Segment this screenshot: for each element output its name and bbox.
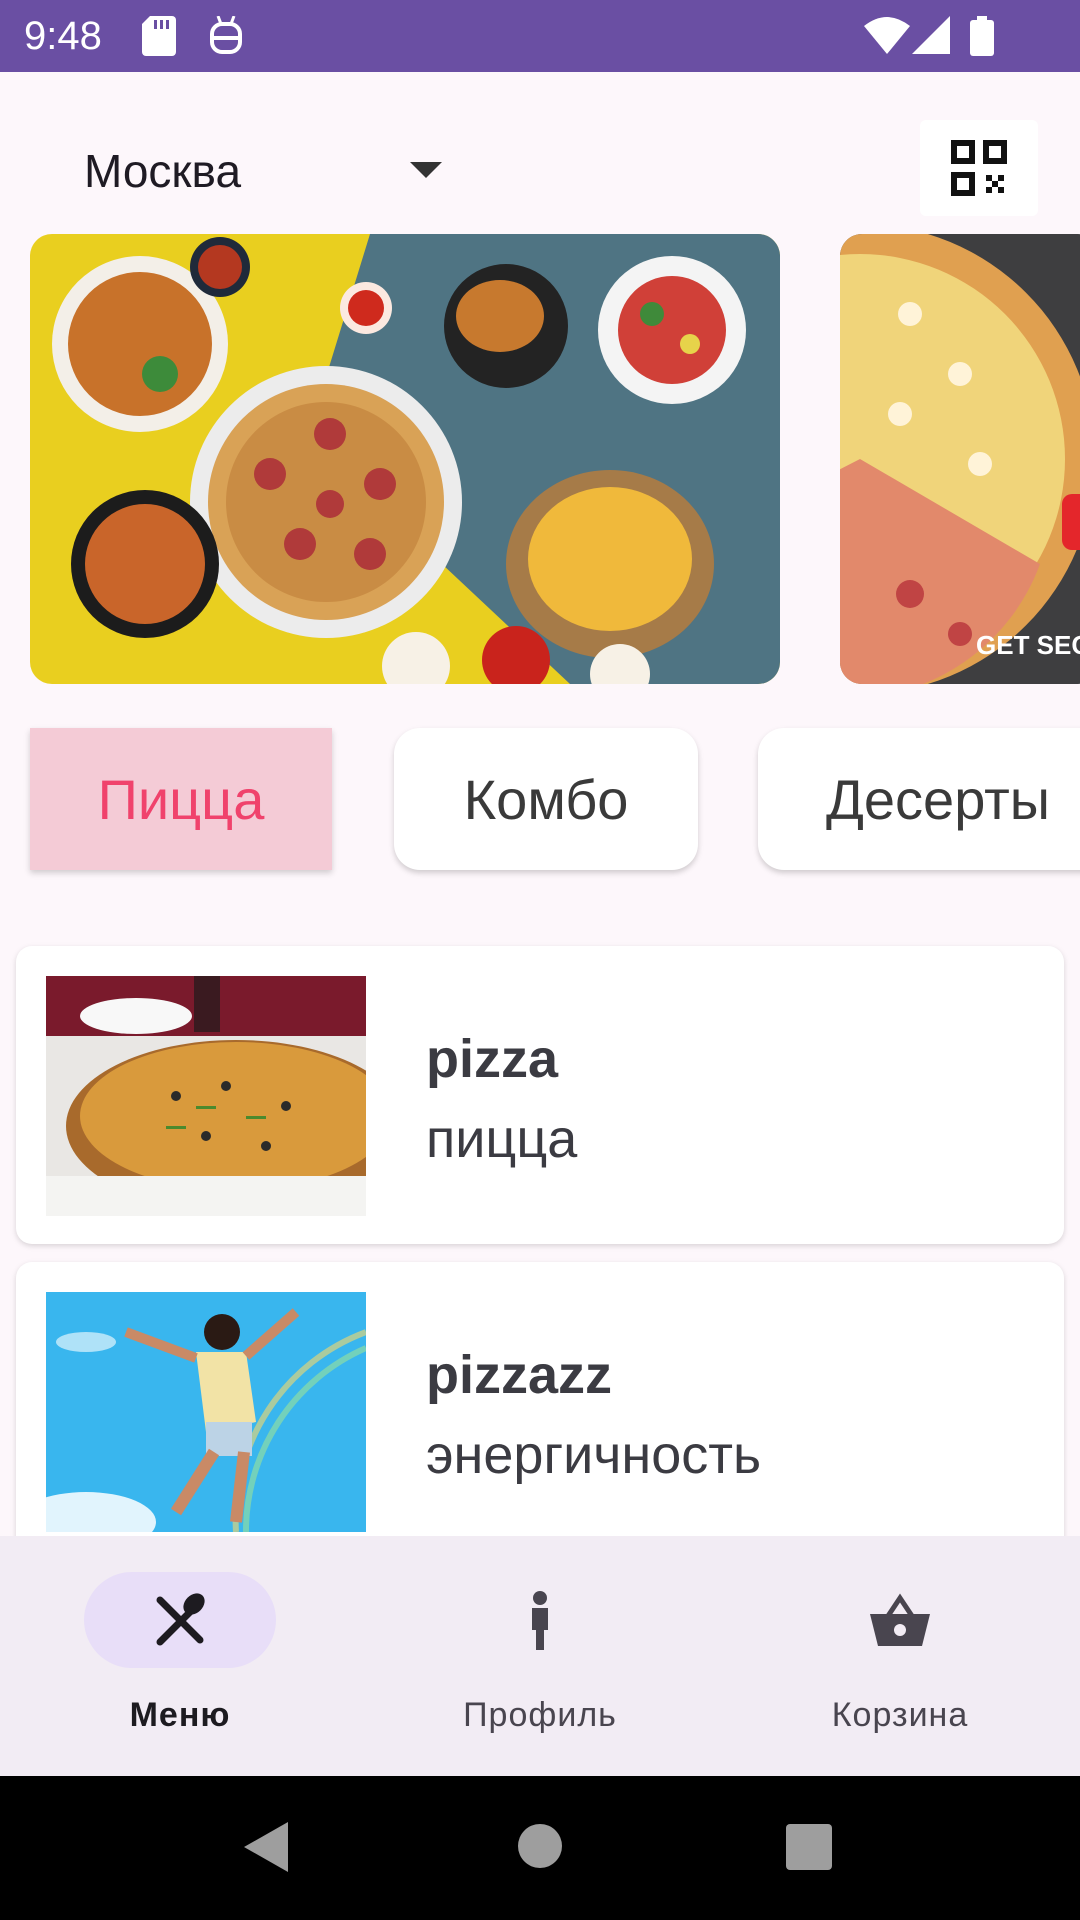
wifi-icon bbox=[864, 17, 910, 54]
pizza-banner-image: GET SEC bbox=[840, 234, 1080, 684]
android-debug-icon bbox=[210, 16, 242, 54]
product-title: pizzazz bbox=[426, 1345, 613, 1405]
bottom-navigation: Меню Профиль Корзина bbox=[0, 1536, 1080, 1776]
product-subtitle: пицца bbox=[426, 1109, 578, 1169]
home-icon[interactable] bbox=[516, 1822, 564, 1870]
pizza-photo bbox=[46, 976, 366, 1216]
nav-item-cart[interactable]: Корзина bbox=[720, 1536, 1080, 1776]
nav-item-menu[interactable]: Меню bbox=[0, 1536, 360, 1776]
battery-icon bbox=[970, 16, 994, 56]
product-card[interactable]: pizzazz энергичность bbox=[16, 1262, 1064, 1562]
promo-banner[interactable]: GET SEC bbox=[840, 234, 1080, 684]
dropdown-arrow-icon bbox=[410, 162, 442, 178]
back-icon[interactable] bbox=[244, 1822, 288, 1872]
category-chip-desserts[interactable]: Десерты bbox=[758, 728, 1080, 870]
product-image bbox=[46, 1292, 366, 1532]
status-bar: 9:48 bbox=[0, 0, 1080, 72]
signal-icon bbox=[912, 16, 950, 54]
qr-code-icon bbox=[951, 140, 1007, 196]
nav-label: Корзина bbox=[831, 1696, 969, 1734]
product-image bbox=[46, 976, 366, 1216]
city-label: Москва bbox=[84, 145, 242, 197]
nav-label: Меню bbox=[129, 1696, 231, 1734]
nav-label: Профиль bbox=[463, 1696, 617, 1734]
jumping-woman-photo bbox=[46, 1292, 366, 1532]
recents-icon[interactable] bbox=[786, 1824, 832, 1870]
basket-icon bbox=[870, 1593, 930, 1646]
banner-text: GET SEC bbox=[976, 630, 1080, 660]
system-navigation-bar bbox=[0, 1776, 1080, 1920]
product-subtitle: энергичность bbox=[426, 1425, 762, 1485]
promo-banner[interactable] bbox=[30, 234, 780, 684]
food-banner-image bbox=[30, 234, 780, 684]
category-chip-combo[interactable]: Комбо bbox=[394, 728, 698, 870]
utensils-icon bbox=[156, 1593, 205, 1646]
status-time: 9:48 bbox=[24, 14, 102, 58]
person-icon bbox=[532, 1591, 548, 1650]
qr-code-button[interactable] bbox=[920, 120, 1038, 216]
product-card[interactable]: pizza пицца bbox=[16, 946, 1064, 1244]
city-selector[interactable]: Москва bbox=[84, 138, 464, 200]
category-chip-pizza[interactable]: Пицца bbox=[30, 728, 332, 870]
nav-item-profile[interactable]: Профиль bbox=[360, 1536, 720, 1776]
sd-card-icon bbox=[142, 16, 176, 56]
product-title: pizza bbox=[426, 1029, 559, 1089]
